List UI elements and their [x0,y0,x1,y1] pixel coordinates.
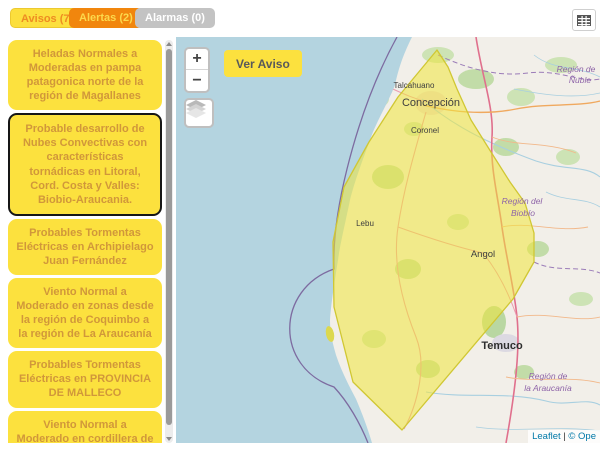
map-attribution: Leaflet | © Ope [528,430,600,443]
label-araucania-1: Región de [529,371,568,381]
label-nuble-2: Ñuble [569,75,591,85]
label-araucania-2: la Araucanía [524,383,572,393]
alert-item-heladas[interactable]: Heladas Normales a Moderadas en pampa pa… [8,40,162,110]
label-biobio-2: Biobío [511,208,535,218]
layers-icon [186,100,206,118]
leaflet-link[interactable]: Leaflet [532,431,561,442]
alert-item-tormentas-malleco[interactable]: Probables Tormentas Eléctricas en PROVIN… [8,351,162,407]
alert-item-viento-coquimbo-araucania[interactable]: Viento Normal a Moderado en zonas desde … [8,278,162,348]
zoom-control: + − [184,47,210,93]
label-nuble-1: Región de [557,64,596,74]
scroll-up-arrow[interactable] [166,42,172,46]
leaflet-map[interactable]: Talcahuano Concepción Coronel Región de … [176,37,600,443]
label-talcahuano: Talcahuano [394,81,435,90]
table-grid-icon [577,15,591,26]
alert-item-viento-atacama[interactable]: Viento Normal a Moderado en cordillera d… [8,411,162,443]
scroll-down-arrow[interactable] [166,437,172,441]
alert-item-tormentas-juan-fernandez[interactable]: Probables Tormentas Eléctricas en Archip… [8,219,162,275]
label-temuco: Temuco [481,340,523,352]
alert-list: Heladas Normales a Moderadas en pampa pa… [8,40,162,443]
label-coronel: Coronel [411,126,439,135]
label-concepcion: Concepción [402,97,460,109]
ver-aviso-button[interactable]: Ver Aviso [224,50,302,77]
zoom-in-button[interactable]: + [186,49,208,70]
scrollbar-thumb[interactable] [166,49,172,425]
label-angol: Angol [471,249,495,260]
sidebar-scrollbar[interactable] [165,40,173,443]
label-lebu: Lebu [356,219,374,228]
tab-alarmas[interactable]: Alarmas (0) [135,8,215,28]
alert-item-nubes-convectivas[interactable]: Probable desarrollo de Nubes Convectivas… [8,113,162,215]
tab-alertas[interactable]: Alertas (2) [69,8,143,28]
layers-control[interactable] [184,98,214,128]
zoom-out-button[interactable]: − [186,70,208,91]
label-biobio-1: Región del [502,196,544,206]
attribution-separator: | [563,431,565,442]
osm-link[interactable]: © Ope [568,431,596,442]
table-view-button[interactable] [572,9,596,31]
map-canvas: Talcahuano Concepción Coronel Región de … [176,37,600,443]
